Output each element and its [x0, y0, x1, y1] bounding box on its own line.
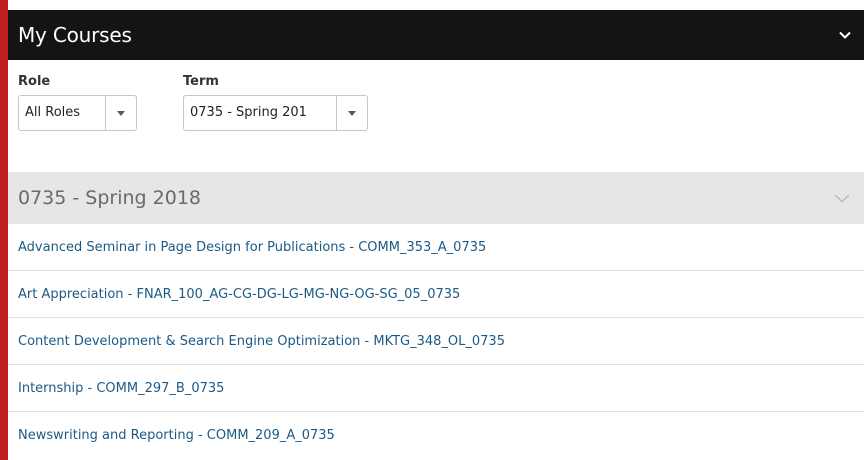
term-filter: Term 0735 - Spring 201: [183, 74, 368, 131]
list-item: Internship - COMM_297_B_0735: [8, 365, 864, 412]
term-label: Term: [183, 74, 219, 89]
role-select-arrow[interactable]: [105, 96, 136, 130]
widget-header: My Courses: [8, 10, 864, 60]
role-select-value: All Roles: [25, 105, 81, 120]
chevron-down-icon[interactable]: [834, 192, 850, 204]
term-select-arrow[interactable]: [336, 96, 367, 130]
course-link[interactable]: Newswriting and Reporting - COMM_209_A_0…: [18, 428, 335, 443]
dropdown-arrow-icon: [348, 110, 357, 116]
term-group-header[interactable]: 0735 - Spring 2018: [8, 172, 864, 224]
collapse-widget-button[interactable]: [838, 28, 852, 42]
dropdown-arrow-icon: [117, 110, 126, 116]
filters-panel: Role All Roles Term 0735 - Spring 201: [8, 60, 864, 172]
course-link[interactable]: Internship - COMM_297_B_0735: [18, 381, 224, 396]
course-link[interactable]: Advanced Seminar in Page Design for Publ…: [18, 240, 486, 255]
course-link[interactable]: Content Development & Search Engine Opti…: [18, 334, 505, 349]
left-accent-bar: [0, 0, 8, 460]
term-select[interactable]: 0735 - Spring 201: [183, 95, 368, 131]
list-item: Art Appreciation - FNAR_100_AG-CG-DG-LG-…: [8, 271, 864, 318]
course-link[interactable]: Art Appreciation - FNAR_100_AG-CG-DG-LG-…: [18, 287, 460, 302]
list-item: Content Development & Search Engine Opti…: [8, 318, 864, 365]
widget-title: My Courses: [18, 23, 132, 47]
role-select[interactable]: All Roles: [18, 95, 137, 131]
role-label: Role: [18, 74, 51, 89]
term-group-title: 0735 - Spring 2018: [18, 187, 201, 209]
chevron-down-icon: [839, 31, 851, 39]
role-filter: Role All Roles: [18, 74, 137, 131]
list-item: Newswriting and Reporting - COMM_209_A_0…: [8, 412, 864, 459]
course-list: Advanced Seminar in Page Design for Publ…: [8, 224, 864, 459]
list-item: Advanced Seminar in Page Design for Publ…: [8, 224, 864, 271]
term-select-value: 0735 - Spring 201: [190, 105, 307, 120]
